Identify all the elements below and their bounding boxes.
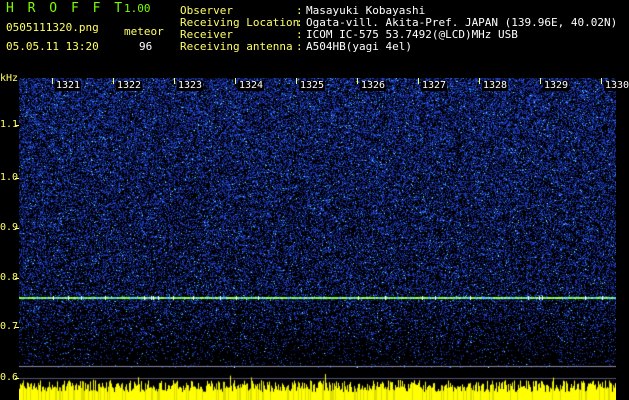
- x-tick-mark: [235, 78, 236, 84]
- x-tick-mark: [601, 78, 602, 84]
- info-key-location: Receiving Location: [180, 16, 300, 29]
- x-tick-label: 1325: [299, 80, 326, 91]
- y-tick-mark: [15, 228, 19, 229]
- info-value-antenna: A504HB(yagi 4el): [306, 40, 412, 53]
- y-tick-label: 0.8: [0, 272, 19, 283]
- spectrogram: [19, 78, 616, 368]
- info-colon: :: [296, 28, 303, 41]
- x-tick-mark: [174, 78, 175, 84]
- info-value-receiver: ICOM IC-575 53.7492(@LCD)MHz USB: [306, 28, 518, 41]
- x-tick-label: 1323: [177, 80, 204, 91]
- x-tick-mark: [418, 78, 419, 84]
- y-tick-mark: [15, 178, 19, 179]
- info-key-observer: Observer: [180, 4, 233, 17]
- y-tick-label: 0.7: [0, 321, 19, 332]
- y-tick-mark: [15, 278, 19, 279]
- x-tick-mark: [540, 78, 541, 84]
- y-tick-label: 1.0: [0, 172, 19, 183]
- signal-level-bar: [19, 368, 616, 400]
- y-tick-label: 0.6: [0, 372, 19, 383]
- y-tick-label: 0.9: [0, 222, 19, 233]
- filename: 0505111320.png: [6, 21, 99, 34]
- info-value-location: Ogata-vill. Akita-Pref. JAPAN (139.96E, …: [306, 16, 618, 29]
- frequency-unit-label: kHz: [0, 73, 19, 84]
- info-colon: :: [296, 16, 303, 29]
- x-tick-label: 1329: [543, 80, 570, 91]
- x-tick-label: 1326: [360, 80, 387, 91]
- y-tick-label: 1.1: [0, 119, 19, 130]
- x-tick-label: 1327: [421, 80, 448, 91]
- x-tick-label: 1330: [604, 80, 629, 91]
- y-tick-mark: [15, 327, 19, 328]
- y-tick-mark: [15, 125, 19, 126]
- info-colon: :: [296, 40, 303, 53]
- x-tick-label: 1321: [55, 80, 82, 91]
- x-tick-mark: [52, 78, 53, 84]
- info-key-antenna: Receiving antenna: [180, 40, 293, 53]
- app-title: H R O F F T: [6, 1, 126, 16]
- x-tick-mark: [479, 78, 480, 84]
- x-tick-mark: [357, 78, 358, 84]
- x-tick-label: 1328: [482, 80, 509, 91]
- info-colon: :: [296, 4, 303, 17]
- x-tick-mark: [113, 78, 114, 84]
- y-tick-mark: [15, 378, 19, 379]
- app-version: 1.00: [124, 2, 151, 15]
- info-value-observer: Masayuki Kobayashi: [306, 4, 426, 17]
- info-key-receiver: Receiver: [180, 28, 233, 41]
- x-tick-label: 1322: [116, 80, 143, 91]
- datetime: 05.05.11 13:20: [6, 40, 99, 53]
- x-tick-label: 1324: [238, 80, 265, 91]
- meteor-count: 96: [139, 40, 153, 53]
- mode-label: meteor: [124, 25, 164, 38]
- x-tick-mark: [296, 78, 297, 84]
